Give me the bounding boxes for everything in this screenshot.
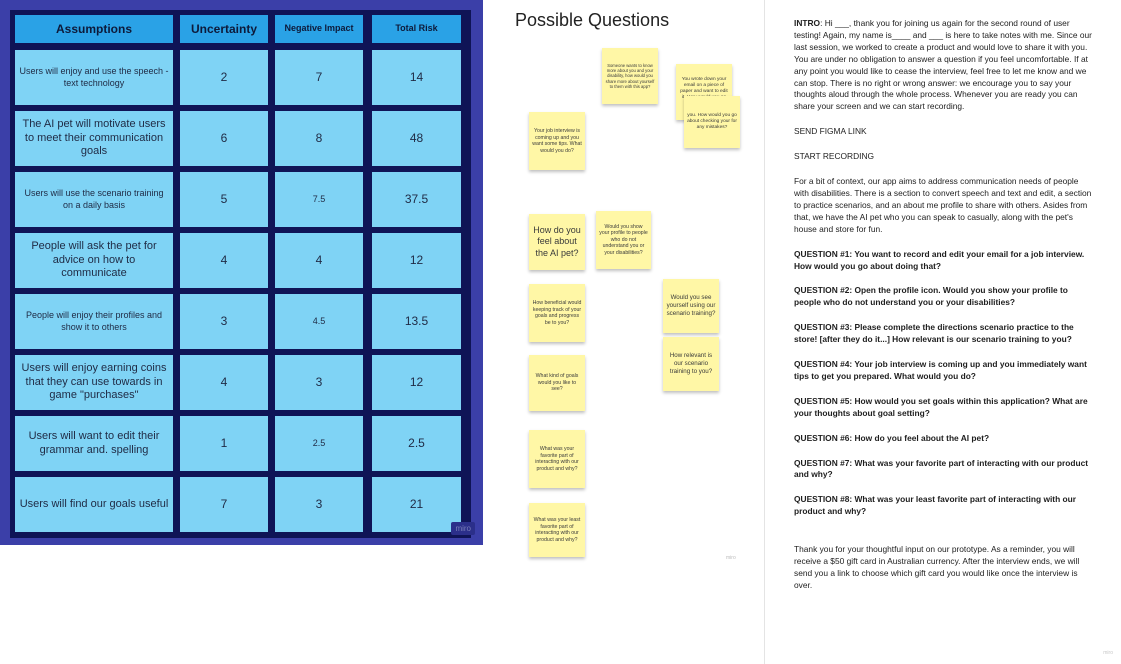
cell-total-risk: 48	[372, 111, 461, 166]
sticky-text: What was your favorite part of interacti…	[535, 446, 579, 472]
question-4: QUESTION #4: Your job interview is comin…	[794, 359, 1087, 381]
board-title: Possible Questions	[515, 10, 670, 30]
question-6: QUESTION #6: How do you feel about the A…	[794, 432, 990, 443]
cell-assumption: Users will enjoy earning coins that they…	[15, 355, 173, 410]
sticky-text: Would you see yourself using our scenari…	[666, 294, 716, 317]
intro-label: INTRO	[794, 18, 821, 28]
cell-impact: 7	[275, 50, 363, 105]
sticky-text: you. How would you go about checking you…	[687, 113, 737, 130]
sticky-text: How relevant is our scenario training to…	[669, 352, 713, 375]
question-5: QUESTION #5: How would you set goals wit…	[794, 395, 1088, 418]
cell-uncertainty: 2	[180, 50, 268, 105]
sticky-note[interactable]: What was your favorite part of interacti…	[529, 430, 585, 488]
risk-table-panel: Assumptions Uncertainty Negative Impact Tot…	[0, 0, 483, 545]
question-8: QUESTION #8: What was your least favorit…	[794, 494, 1077, 517]
cell-assumption: Users will find our goals useful	[15, 477, 173, 532]
cell-uncertainty: 6	[180, 111, 268, 166]
cell-uncertainty: 1	[180, 416, 268, 471]
cell-total-risk: 12	[372, 355, 461, 410]
sticky-text: How do you feel about the AI pet?	[533, 225, 581, 258]
cell-total-risk: 37.5	[372, 172, 461, 227]
sticky-note[interactable]: What kind of goals would you like to see…	[529, 355, 585, 411]
cell-assumption: Users will use the scenario training on …	[15, 172, 173, 227]
header-assumptions: Assumptions	[15, 15, 173, 43]
sticky-note[interactable]: Someone wants to know more about you and…	[602, 48, 658, 104]
cell-impact: 3	[275, 355, 363, 410]
context-paragraph: For a bit of context, our app aims to ad…	[794, 176, 1092, 234]
question-7: QUESTION #7: What was your favorite part…	[794, 457, 1089, 480]
cell-impact: 7.5	[275, 172, 363, 227]
cell-impact: 4.5	[275, 294, 363, 349]
question-2: QUESTION #2: Open the profile icon. Woul…	[794, 285, 1068, 308]
closing-paragraph: Thank you for your thoughtful input on o…	[794, 544, 1080, 590]
cell-impact: 4	[275, 233, 363, 288]
start-recording-line: START RECORDING	[794, 151, 875, 162]
interview-script: INTRO: Hi ___, thank you for joining us …	[764, 0, 1121, 664]
risk-table: Assumptions Uncertainty Negative Impact Tot…	[10, 10, 471, 538]
cell-total-risk: 12	[372, 233, 461, 288]
sticky-note[interactable]: How do you feel about the AI pet?	[529, 214, 585, 270]
intro-paragraph: INTRO: Hi ___, thank you for joining us …	[794, 18, 1094, 113]
sticky-note[interactable]: Would you see yourself using our scenari…	[663, 279, 719, 333]
header-negative-impact: Negative Impact	[275, 15, 363, 43]
cell-uncertainty: 3	[180, 294, 268, 349]
sticky-text: What was your least favorite part of int…	[533, 517, 581, 543]
cell-assumption: Users will want to edit their grammar an…	[15, 416, 173, 471]
sticky-note[interactable]: How beneficial would keeping track of yo…	[529, 284, 585, 342]
sticky-note[interactable]: Your job interview is coming up and you …	[529, 112, 585, 170]
sticky-text: How beneficial would keeping track of yo…	[532, 300, 582, 326]
question-3: QUESTION #3: Please complete the directi…	[794, 322, 1074, 345]
cell-assumption: People will ask the pet for advice on ho…	[15, 233, 173, 288]
cell-uncertainty: 5	[180, 172, 268, 227]
cell-uncertainty: 4	[180, 233, 268, 288]
cell-assumption: People will enjoy their profiles and sho…	[15, 294, 173, 349]
cell-total-risk: 2.5	[372, 416, 461, 471]
cell-assumption: The AI pet will motivate users to meet t…	[15, 111, 173, 166]
sticky-note[interactable]: you. How would you go about checking you…	[684, 96, 740, 148]
board-watermark: miro	[726, 555, 736, 561]
cell-total-risk: 21	[372, 477, 461, 532]
cell-total-risk: 14	[372, 50, 461, 105]
header-total-risk: Total Risk	[372, 15, 461, 43]
cell-impact: 3	[275, 477, 363, 532]
cell-total-risk: 13.5	[372, 294, 461, 349]
header-uncertainty: Uncertainty	[180, 15, 268, 43]
sticky-note[interactable]: How relevant is our scenario training to…	[663, 337, 719, 391]
intro-text: : Hi ___, thank you for joining us again…	[794, 18, 1092, 112]
doc-watermark: miro	[1103, 650, 1113, 656]
cell-impact: 2.5	[275, 416, 363, 471]
cell-uncertainty: 4	[180, 355, 268, 410]
sticky-text: Would you show your profile to people wh…	[599, 223, 648, 256]
risk-watermark: miro	[451, 522, 475, 535]
question-1: QUESTION #1: You want to record and edit…	[794, 248, 1085, 271]
cell-assumption: Users will enjoy and use the speech - te…	[15, 50, 173, 105]
send-figma-line: SEND FIGMA LINK	[794, 126, 867, 137]
sticky-text: What kind of goals would you like to see…	[535, 373, 579, 393]
cell-uncertainty: 7	[180, 477, 268, 532]
sticky-text: Someone wants to know more about you and…	[605, 62, 655, 89]
sticky-note[interactable]: Would you show your profile to people wh…	[596, 211, 651, 269]
cell-impact: 8	[275, 111, 363, 166]
sticky-text: Your job interview is coming up and you …	[532, 128, 582, 154]
sticky-note[interactable]: What was your least favorite part of int…	[529, 503, 585, 557]
script-body: INTRO: Hi ___, thank you for joining us …	[794, 18, 1094, 605]
